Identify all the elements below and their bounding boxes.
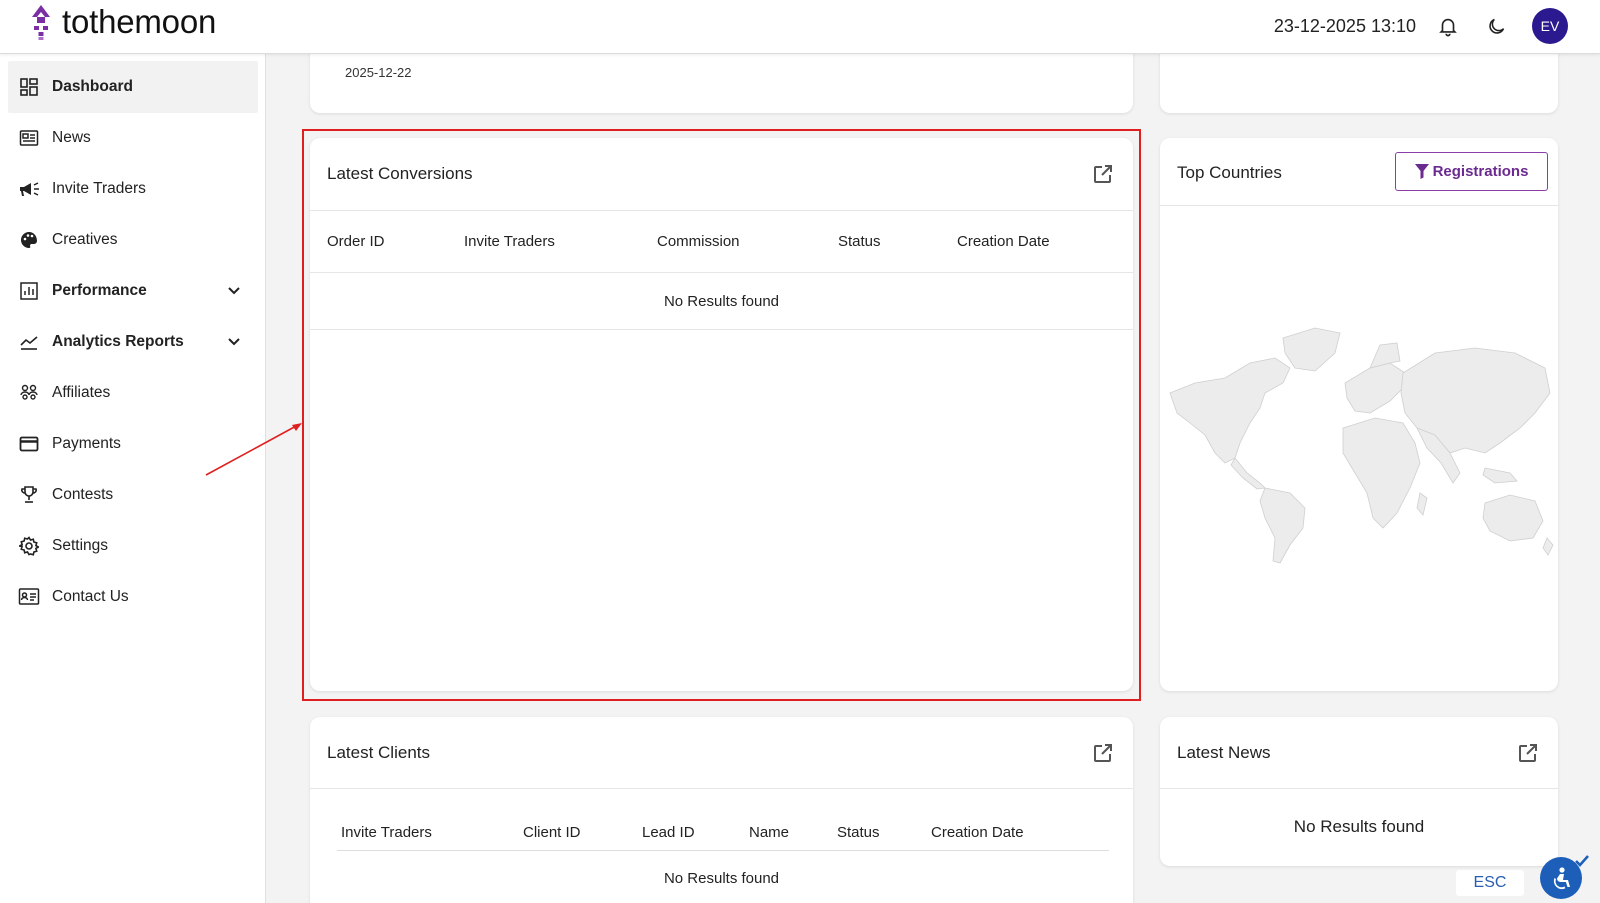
user-avatar[interactable]: EV <box>1532 8 1568 44</box>
gear-icon <box>18 535 40 557</box>
sidebar-item-label: Settings <box>52 537 109 554</box>
sidebar-item-performance[interactable]: Performance <box>8 265 258 317</box>
sidebar-item-invite-traders[interactable]: Invite Traders <box>8 163 258 215</box>
news-icon <box>18 127 40 149</box>
brand-logo[interactable]: tothemoon <box>26 2 216 42</box>
bar-chart-icon <box>18 280 40 302</box>
world-map[interactable] <box>1165 323 1557 568</box>
brand-name: tothemoon <box>62 3 217 40</box>
sidebar-item-creatives[interactable]: Creatives <box>8 214 258 266</box>
column-header[interactable]: Lead ID <box>642 824 695 841</box>
filter-label: Registrations <box>1432 163 1529 180</box>
column-header[interactable]: Client ID <box>523 824 581 841</box>
registrations-filter-button[interactable]: Registrations <box>1395 152 1548 191</box>
people-icon <box>18 382 40 404</box>
annotation-arrow <box>205 423 302 476</box>
chevron-down-icon[interactable] <box>224 281 244 301</box>
empty-state: No Results found <box>663 293 780 310</box>
sidebar-item-contact-us[interactable]: Contact Us <box>8 571 258 623</box>
table-divider <box>310 272 1133 273</box>
sidebar: Dashboard News Invite Traders Creatives … <box>0 54 302 903</box>
sidebar-item-label: Invite Traders <box>52 180 146 197</box>
sidebar-item-label: Dashboard <box>52 78 133 95</box>
latest-news-title: Latest News <box>1177 743 1271 762</box>
sidebar-item-dashboard[interactable]: Dashboard <box>8 61 258 113</box>
header-divider <box>310 788 1133 789</box>
sidebar-item-analytics-reports[interactable]: Analytics Reports <box>8 316 258 368</box>
column-header[interactable]: Invite Traders <box>341 824 432 841</box>
theme-toggle-button[interactable] <box>1478 8 1514 44</box>
megaphone-icon <box>18 178 40 200</box>
latest-conversions-card: Latest Conversions Order ID Invite Trade… <box>310 138 1133 691</box>
credit-card-icon <box>18 433 40 455</box>
summary-date: 2025-12-22 <box>345 65 412 80</box>
accessibility-icon <box>1553 867 1570 890</box>
latest-news-card: Latest News No Results found <box>1160 717 1558 866</box>
bell-icon <box>1439 18 1457 37</box>
column-header[interactable]: Order ID <box>327 233 385 250</box>
chevron-down-icon[interactable] <box>224 332 244 352</box>
header-divider <box>1160 205 1558 206</box>
top-bar: tothemoon 23-12-2025 13:10 EV <box>0 0 1600 54</box>
latest-clients-card: Latest Clients Invite Traders Client ID … <box>310 717 1133 903</box>
open-external-icon[interactable] <box>1091 741 1115 765</box>
latest-clients-title: Latest Clients <box>327 743 430 762</box>
sidebar-item-affiliates[interactable]: Affiliates <box>8 367 258 419</box>
column-header[interactable]: Status <box>838 233 881 250</box>
sidebar-item-settings[interactable]: Settings <box>8 520 258 572</box>
sidebar-item-label: News <box>52 129 91 146</box>
header-divider <box>310 210 1133 211</box>
check-icon <box>1575 855 1589 867</box>
empty-state: No Results found <box>663 870 780 887</box>
sidebar-item-label: Contact Us <box>52 588 129 605</box>
sidebar-item-label: Payments <box>52 435 121 452</box>
open-external-icon[interactable] <box>1091 162 1115 186</box>
palette-icon <box>18 229 40 251</box>
top-countries-title: Top Countries <box>1177 163 1282 182</box>
filter-icon <box>1414 164 1429 179</box>
sidebar-item-label: Affiliates <box>52 384 111 401</box>
table-divider <box>310 329 1133 330</box>
column-header[interactable]: Status <box>837 824 880 841</box>
latest-conversions-title: Latest Conversions <box>327 164 473 183</box>
open-external-icon[interactable] <box>1516 741 1540 765</box>
empty-state: No Results found <box>1293 817 1425 836</box>
contact-card-icon <box>18 586 40 608</box>
sidebar-item-label: Creatives <box>52 231 118 248</box>
sidebar-item-news[interactable]: News <box>8 112 258 164</box>
dashboard-icon <box>18 76 40 98</box>
moon-icon <box>1488 18 1504 34</box>
notifications-button[interactable] <box>1430 8 1466 44</box>
column-header[interactable]: Creation Date <box>957 233 1050 250</box>
column-header[interactable]: Invite Traders <box>464 233 555 250</box>
sidebar-item-label: Performance <box>52 282 147 299</box>
rocket-logo-icon <box>32 5 50 40</box>
column-header[interactable]: Name <box>749 824 789 841</box>
esc-button[interactable]: ESC <box>1456 870 1524 896</box>
column-header[interactable]: Commission <box>657 233 740 250</box>
sidebar-item-label: Analytics Reports <box>52 333 184 350</box>
column-header[interactable]: Creation Date <box>931 824 1024 841</box>
top-countries-card: Top Countries Registrations <box>1160 138 1558 691</box>
trophy-icon <box>18 484 40 506</box>
current-datetime: 23-12-2025 13:10 <box>1273 15 1416 36</box>
line-chart-icon <box>18 331 40 353</box>
table-divider <box>337 850 1109 851</box>
sidebar-item-label: Contests <box>52 486 114 503</box>
header-divider <box>1160 788 1558 789</box>
